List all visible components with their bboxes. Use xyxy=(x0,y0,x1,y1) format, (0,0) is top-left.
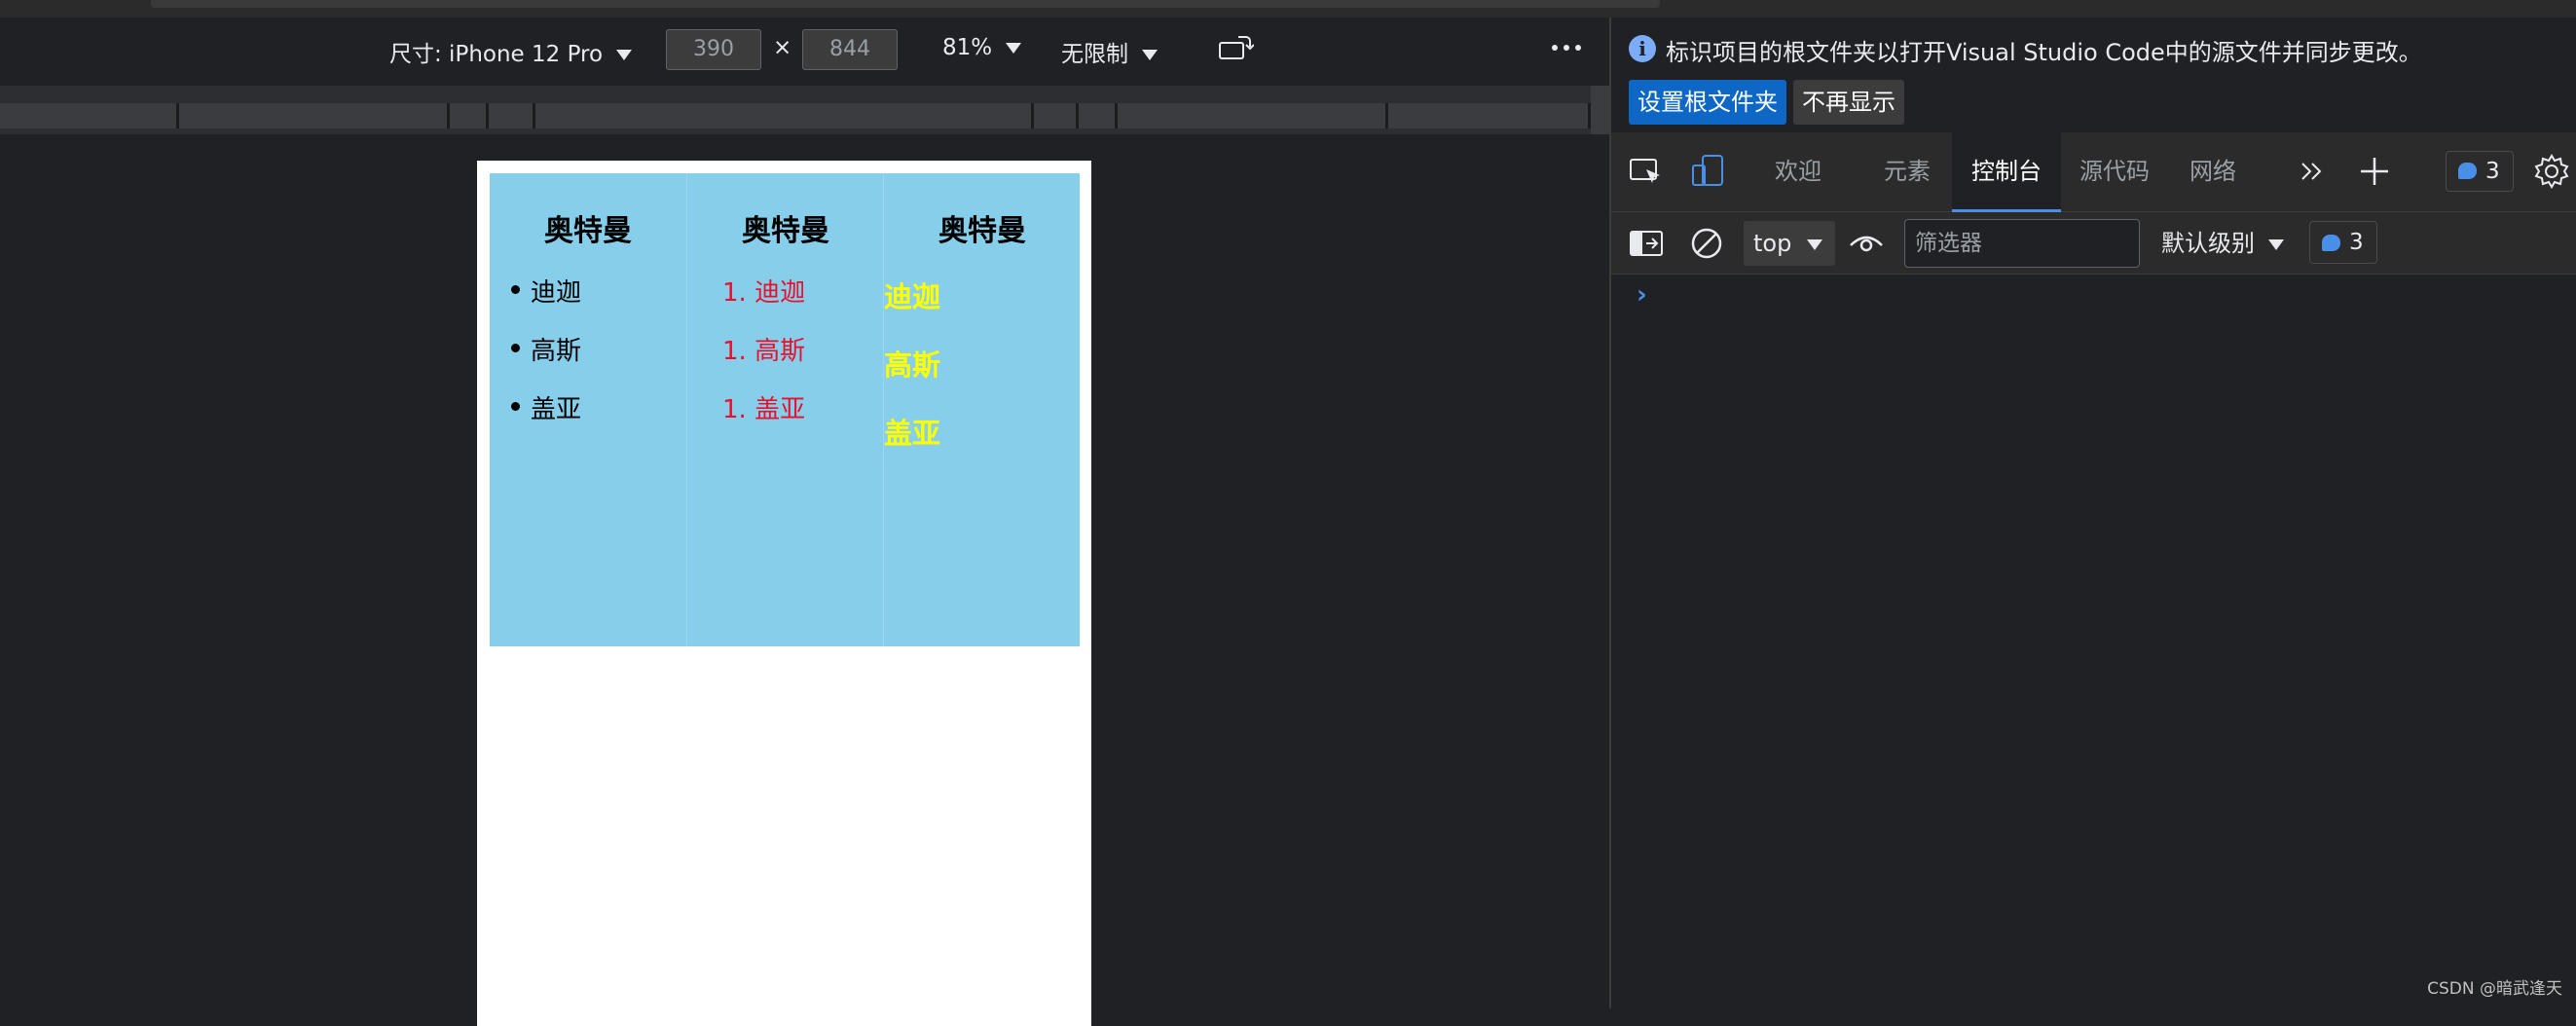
device-label: 尺寸: iPhone 12 Pro xyxy=(389,42,604,67)
list-item: 1. 迪迦 xyxy=(722,278,806,308)
info-icon: i xyxy=(1629,35,1656,62)
list-item: 高斯 xyxy=(510,331,581,367)
column-heading: 奥特曼 xyxy=(938,214,1026,248)
ruler-end xyxy=(1591,86,1609,134)
devtools-tabbar: 欢迎 元素 控制台 源代码 网络 3 xyxy=(1611,132,2576,212)
issues-icon xyxy=(2322,235,2340,251)
tab-welcome[interactable]: 欢迎 xyxy=(1775,132,1822,212)
chevron-down-icon xyxy=(1142,50,1158,60)
device-select[interactable]: 尺寸: iPhone 12 Pro xyxy=(389,35,633,68)
content-container: 奥特曼 迪迦 高斯 盖亚 奥特曼 1. 迪迦 1. 高斯 1. 盖亚 奥特曼 迪… xyxy=(490,173,1080,646)
ruler-segment[interactable] xyxy=(450,103,489,128)
chevron-down-icon xyxy=(616,50,633,60)
devtools-panel: i 标识项目的根文件夹以打开Visual Studio Code中的源文件并同步… xyxy=(1609,18,2576,1008)
throttle-label: 无限制 xyxy=(1061,42,1128,67)
column-ordered: 奥特曼 1. 迪迦 1. 高斯 1. 盖亚 xyxy=(686,173,883,646)
console-output[interactable]: › xyxy=(1611,275,2576,1008)
inspect-element-icon[interactable] xyxy=(1627,152,1666,191)
watermark: CSDN @暗武逢天 xyxy=(2427,979,2562,999)
scroll-handle[interactable] xyxy=(151,0,1660,8)
toggle-sidebar-icon[interactable] xyxy=(1627,224,1666,263)
context-label: top xyxy=(1753,230,1792,257)
clear-console-icon[interactable] xyxy=(1687,224,1726,263)
set-root-folder-button[interactable]: 设置根文件夹 xyxy=(1629,80,1786,125)
issues-badge[interactable]: 3 xyxy=(2446,151,2514,192)
tab-sources[interactable]: 源代码 xyxy=(2079,132,2150,212)
zoom-select[interactable]: 81% xyxy=(942,35,1022,60)
times-sign: × xyxy=(773,35,792,60)
column-heading: 奥特曼 xyxy=(742,214,829,248)
info-message: 标识项目的根文件夹以打开Visual Studio Code中的源文件并同步更改… xyxy=(1666,39,2422,66)
chevron-down-icon xyxy=(1006,43,1022,54)
more-tabs-icon[interactable] xyxy=(2293,152,2332,191)
log-level-label: 默认级别 xyxy=(2161,230,2255,257)
ruler-segment[interactable] xyxy=(179,103,450,128)
issues-badge[interactable]: 3 xyxy=(2309,221,2377,264)
console-prompt[interactable]: › xyxy=(1637,280,1647,310)
emulation-toolbar: 尺寸: iPhone 12 Pro 390 × 844 81% 无限制 xyxy=(0,18,1609,84)
dont-show-again-button[interactable]: 不再显示 xyxy=(1793,80,1904,125)
window-top-strip xyxy=(0,0,2576,18)
ruler-segment[interactable] xyxy=(1034,103,1079,128)
tab-console[interactable]: 控制台 xyxy=(1952,132,2061,212)
throttle-select[interactable]: 无限制 xyxy=(1061,35,1158,68)
live-expression-eye-icon[interactable] xyxy=(1847,224,1886,263)
ruler-segment[interactable] xyxy=(535,103,1034,128)
log-level-select[interactable]: 默认级别 xyxy=(2161,221,2284,266)
device-emulation-pane: 尺寸: iPhone 12 Pro 390 × 844 81% 无限制 奥特曼 … xyxy=(0,18,1609,1026)
chevron-down-icon xyxy=(1807,238,1823,250)
context-select[interactable]: top xyxy=(1744,221,1835,266)
column-bold: 奥特曼 迪迦 高斯 盖亚 xyxy=(883,173,1080,646)
issues-count: 3 xyxy=(2485,159,2500,184)
list-item: 高斯 xyxy=(884,348,941,382)
width-input[interactable]: 390 xyxy=(666,29,761,70)
list-item: 迪迦 xyxy=(510,273,581,309)
height-input[interactable]: 844 xyxy=(802,29,898,70)
zoom-label: 81% xyxy=(942,35,993,60)
tab-network[interactable]: 网络 xyxy=(2190,132,2236,212)
add-tab-icon[interactable] xyxy=(2355,152,2394,191)
ruler-segment[interactable] xyxy=(1079,103,1118,128)
rotate-icon[interactable] xyxy=(1217,33,1254,62)
device-viewport: 奥特曼 迪迦 高斯 盖亚 奥特曼 1. 迪迦 1. 高斯 1. 盖亚 奥特曼 迪… xyxy=(477,161,1091,1026)
list-item: 1. 盖亚 xyxy=(722,395,806,424)
info-bar: i 标识项目的根文件夹以打开Visual Studio Code中的源文件并同步… xyxy=(1611,18,2576,132)
settings-gear-icon[interactable] xyxy=(2532,152,2571,191)
list-item: 1. 高斯 xyxy=(722,337,806,366)
ruler-segment[interactable] xyxy=(0,103,179,128)
list-item: 迪迦 xyxy=(884,280,941,313)
tab-elements[interactable]: 元素 xyxy=(1884,132,1931,212)
chevron-down-icon xyxy=(2268,238,2284,250)
device-toolbar-icon[interactable] xyxy=(1689,152,1728,191)
console-filterbar: top 筛选器 默认级别 3 xyxy=(1611,212,2576,275)
more-horizontal-icon[interactable] xyxy=(1550,43,1583,53)
ruler-segment[interactable] xyxy=(1388,103,1591,128)
list-item: 盖亚 xyxy=(884,417,941,450)
issues-icon xyxy=(2458,163,2477,179)
filter-input[interactable]: 筛选器 xyxy=(1904,219,2140,268)
column-unordered: 奥特曼 迪迦 高斯 盖亚 xyxy=(490,173,686,646)
ruler-segment[interactable] xyxy=(489,103,535,128)
issues-count: 3 xyxy=(2349,230,2364,255)
media-query-ruler[interactable] xyxy=(0,86,1609,134)
column-heading: 奥特曼 xyxy=(544,214,632,248)
ruler-segment[interactable] xyxy=(1118,103,1388,128)
list-item: 盖亚 xyxy=(510,389,581,425)
